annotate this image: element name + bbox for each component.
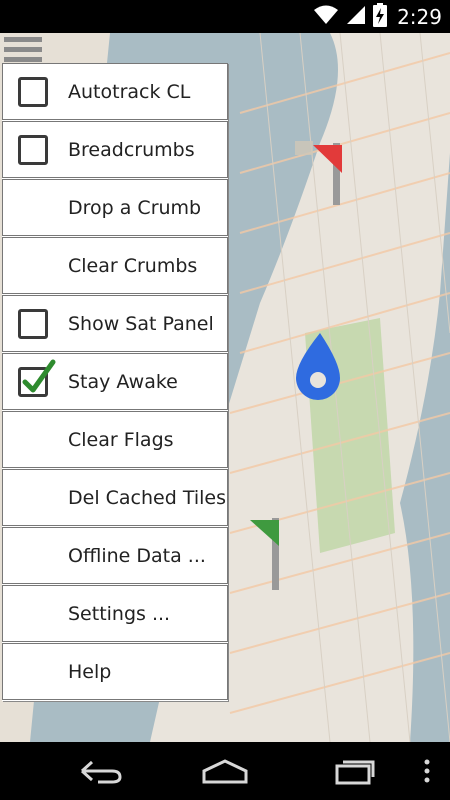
checkbox[interactable]: [18, 309, 48, 339]
recents-icon: [335, 760, 375, 785]
home-button[interactable]: [195, 750, 255, 792]
navigation-bar: [0, 742, 450, 800]
menu-item-label: Clear Crumbs: [68, 255, 198, 277]
menu-item-clear-flags[interactable]: Clear Flags: [2, 411, 228, 468]
menu-item-label: Show Sat Panel: [68, 313, 214, 335]
menu-item-offline-data[interactable]: Offline Data ...: [2, 527, 228, 584]
battery-charging-icon: [373, 2, 388, 31]
status-bar: 2:29: [0, 0, 450, 33]
status-icons: 2:29: [313, 2, 442, 31]
signal-icon: [345, 4, 367, 30]
home-icon: [202, 759, 248, 784]
back-icon: [80, 760, 122, 784]
menu-item-breadcrumbs[interactable]: Breadcrumbs: [2, 121, 228, 178]
menu-item-label: Settings ...: [68, 603, 171, 625]
menu-item-settings[interactable]: Settings ...: [2, 585, 228, 642]
checkbox[interactable]: [18, 77, 48, 107]
menu-item-clear-crumbs[interactable]: Clear Crumbs: [2, 237, 228, 294]
menu-item-stay-awake[interactable]: Stay Awake: [2, 353, 228, 410]
menu-item-label: Autotrack CL: [68, 81, 191, 103]
menu-item-show-sat-panel[interactable]: Show Sat Panel: [2, 295, 228, 352]
status-time: 2:29: [397, 4, 442, 29]
menu-toggle-icon[interactable]: [4, 37, 42, 63]
checkbox[interactable]: [18, 359, 56, 397]
menu-item-help[interactable]: Help: [2, 643, 228, 700]
wifi-icon: [313, 4, 339, 30]
menu-item-autotrack-cl[interactable]: Autotrack CL: [2, 63, 228, 120]
menu-item-label: Clear Flags: [68, 429, 174, 451]
menu-item-label: Help: [68, 661, 112, 683]
checkbox[interactable]: [18, 135, 48, 165]
menu-item-label: Drop a Crumb: [68, 197, 202, 219]
back-button[interactable]: [70, 750, 130, 792]
checkmark-icon: [22, 359, 56, 393]
menu-item-label: Del Cached Tiles: [68, 487, 226, 509]
overflow-menu-button[interactable]: [414, 750, 440, 792]
menu-item-label: Stay Awake: [68, 371, 178, 393]
menu-item-label: Offline Data ...: [68, 545, 206, 567]
screen: 2:29 Autotrack CL Breadcrumbs Drop a Cru…: [0, 0, 450, 800]
overflow-menu-icon: [424, 759, 430, 783]
menu-item-label: Breadcrumbs: [68, 139, 195, 161]
menu-item-drop-a-crumb[interactable]: Drop a Crumb: [2, 179, 228, 236]
options-menu: Autotrack CL Breadcrumbs Drop a Crumb Clear…: [2, 63, 228, 701]
menu-item-del-cached-tiles[interactable]: Del Cached Tiles: [2, 469, 228, 526]
recents-button[interactable]: [325, 750, 385, 792]
